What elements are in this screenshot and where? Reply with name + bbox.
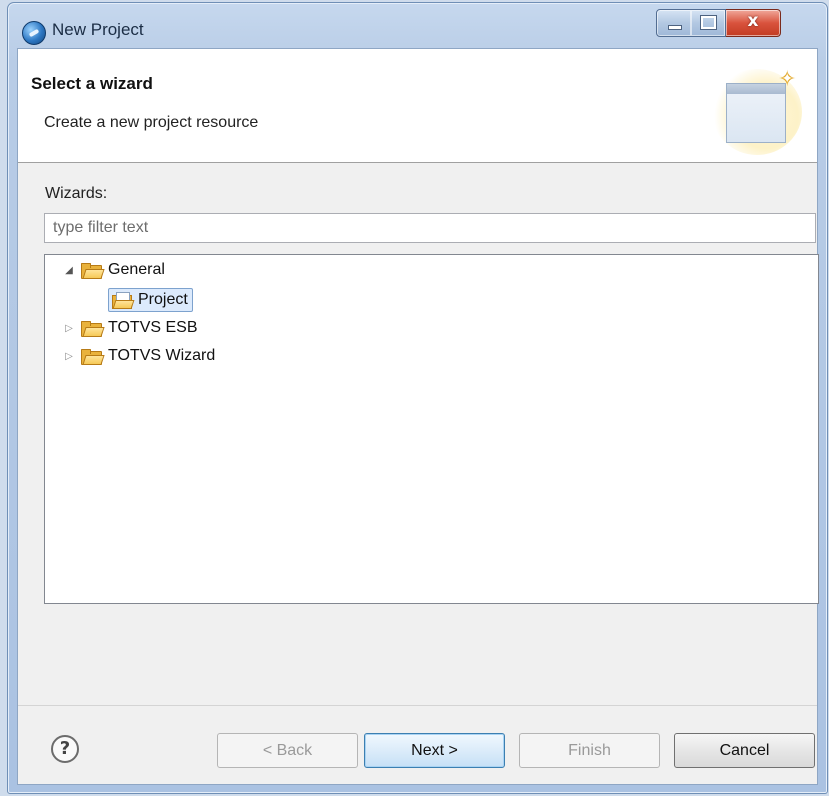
eclipse-app-icon	[22, 21, 46, 45]
dialog-client-area: Select a wizard Create a new project res…	[17, 48, 819, 785]
help-button[interactable]: ?	[51, 735, 79, 763]
cancel-button[interactable]: Cancel	[674, 733, 815, 768]
sparkle-icon: ✧	[778, 67, 797, 92]
tree-item-totvs-esb[interactable]: ▷ TOTVS ESB	[63, 316, 198, 340]
tree-item-label: TOTVS ESB	[108, 319, 198, 336]
back-button[interactable]: < Back	[217, 733, 358, 768]
next-button[interactable]: Next >	[364, 733, 505, 768]
finish-button[interactable]: Finish	[519, 733, 660, 768]
tree-item-label: Project	[138, 291, 188, 308]
page-description: Create a new project resource	[44, 114, 259, 131]
tree-item-label: General	[108, 261, 165, 278]
footer-divider	[18, 705, 817, 706]
folder-icon	[81, 263, 105, 279]
page-title: Select a wizard	[31, 74, 153, 93]
window-title: New Project	[52, 20, 144, 39]
minimize-button[interactable]	[656, 9, 692, 37]
tree-item-general[interactable]: ◢ General	[63, 258, 165, 282]
project-icon	[112, 292, 135, 309]
maximize-button[interactable]	[691, 9, 726, 37]
close-icon: x	[747, 11, 759, 31]
title-bar[interactable]: New Project x	[8, 3, 827, 47]
folder-icon	[81, 321, 105, 337]
wizards-label: Wizards:	[45, 185, 108, 202]
expanded-arrow-icon[interactable]: ◢	[63, 265, 75, 276]
banner-window-icon	[726, 83, 786, 143]
folder-icon	[81, 349, 105, 365]
new-wizard-banner-icon: ✧	[712, 67, 802, 155]
wizard-header: Select a wizard Create a new project res…	[18, 49, 817, 163]
dialog-window: New Project x Select a wizard Create a n…	[7, 2, 828, 794]
wizard-tree[interactable]: ◢ General Project ▷ TOTVS ESB ▷ TOTVS Wi…	[44, 254, 819, 604]
close-button[interactable]: x	[726, 9, 781, 37]
maximize-icon	[700, 15, 717, 30]
collapsed-arrow-icon[interactable]: ▷	[63, 323, 75, 334]
tree-item-label: TOTVS Wizard	[108, 347, 216, 364]
tree-item-project[interactable]: Project	[108, 288, 193, 312]
tree-item-totvs-wizard[interactable]: ▷ TOTVS Wizard	[63, 344, 215, 368]
minimize-icon	[668, 25, 682, 30]
collapsed-arrow-icon[interactable]: ▷	[63, 351, 75, 362]
filter-input[interactable]	[44, 213, 816, 243]
